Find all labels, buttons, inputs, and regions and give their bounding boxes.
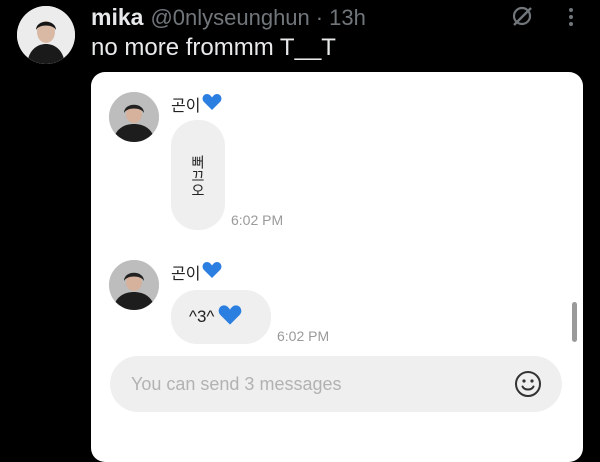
more-icon[interactable]: [560, 6, 582, 28]
tweet-timestamp[interactable]: 13h: [329, 5, 366, 31]
composer-placeholder: You can send 3 messages: [131, 374, 342, 394]
message-time: 6:02 PM: [277, 328, 330, 344]
sender-name: 곤이: [171, 260, 222, 284]
sender-name-text: 곤이: [171, 98, 201, 115]
message-text: ^3^: [189, 307, 215, 326]
sender-name: 곤이: [171, 92, 222, 116]
message-time: 6:02 PM: [231, 212, 284, 228]
sender-name-text: 곤이: [171, 266, 201, 283]
author-name[interactable]: mika: [91, 4, 143, 31]
tweet-author-avatar[interactable]: [17, 6, 75, 64]
blue-heart-icon: [202, 93, 222, 116]
blue-heart-icon: [202, 261, 222, 284]
tweet-text: no more frommm T__T: [91, 34, 336, 61]
tweet-media-screenshot[interactable]: 곤이 뻐끄오 6:02 PM 곤이 ^3^ 6:02 PM You can se…: [91, 72, 583, 462]
sender-avatar: [109, 92, 159, 142]
grok-icon[interactable]: [510, 4, 534, 28]
tweet-header: mika @0nlyseunghun · 13h: [91, 4, 366, 31]
scrollbar[interactable]: [572, 302, 577, 342]
sender-avatar: [109, 260, 159, 310]
separator-dot: ·: [315, 5, 324, 30]
message-bubble[interactable]: 뻐끄오: [171, 120, 225, 230]
smiley-face-icon[interactable]: [514, 370, 542, 398]
message-text: 뻐끄오: [190, 155, 206, 197]
author-handle[interactable]: @0nlyseunghun: [150, 5, 309, 31]
message-bubble[interactable]: ^3^: [171, 290, 271, 344]
message-composer[interactable]: You can send 3 messages: [110, 356, 562, 412]
blue-heart-icon: [218, 304, 242, 331]
